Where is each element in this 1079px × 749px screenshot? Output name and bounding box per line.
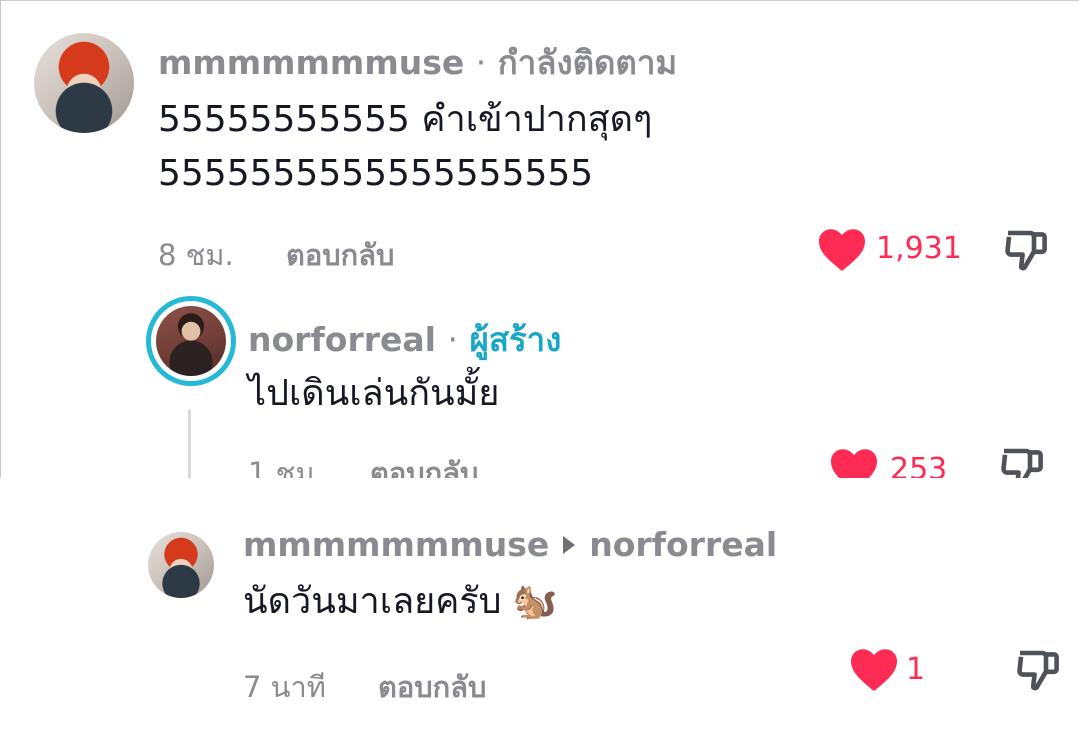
dislike-icon [1017,650,1059,691]
reply2-reply-to[interactable]: norforreal [589,525,777,564]
screenshot-left-border [0,0,1,480]
creator-tag: ผู้สร้าง [469,320,562,359]
header-separator: · [447,320,458,359]
reply2-header: mmmmmmmuse norforreal [243,525,777,564]
reply2-like-count: 1 [906,652,926,687]
dislike-icon [1005,230,1047,271]
comment-text-line-2: 5555555555555555555 [158,153,594,194]
comment-like-count: 1,931 [876,231,962,266]
reply1-text: ไปเดินเล่นกันมั้ย [248,373,500,414]
reply2-username[interactable]: mmmmmmmuse [243,525,549,564]
comment-username[interactable]: mmmmmmmuse [158,43,464,82]
following-tag: กำลังติดตาม [497,43,678,82]
reply1-header: norforreal · ผู้สร้าง [248,313,561,366]
thread-line [188,410,191,480]
reply-arrow-icon [563,535,576,554]
avatar-mmmmmmmuse-small[interactable] [148,532,214,598]
comment-like-button[interactable] [818,228,866,272]
header-separator: · [475,43,487,82]
comment-dislike-button[interactable] [1002,226,1050,274]
creator-avatar-ring[interactable] [146,296,236,386]
reply2-timestamp: 7 นาที [243,670,326,704]
reply2-dislike-button[interactable] [1014,646,1062,694]
screenshot-crop-gap [0,478,1079,502]
comment-header: mmmmmmmuse · กำลังติดตาม [158,36,677,89]
avatar-mmmmmmmuse[interactable] [34,33,134,133]
reply2-text: นัดวันมาเลยครับ 🐿️ [243,581,558,622]
screenshot-top-border [0,0,1079,1]
heart-icon [819,229,865,271]
avatar-norforreal [156,306,226,376]
reply1-username[interactable]: norforreal [248,320,436,359]
comment-timestamp: 8 ชม. [158,238,234,272]
comment-reply-button[interactable]: ตอบกลับ [286,232,394,278]
comment-text-line-1: 55555555555 คำเข้าปากสุดๆ [158,99,653,140]
reply2-like-button[interactable] [850,648,898,692]
reply2-reply-button[interactable]: ตอบกลับ [378,664,486,710]
heart-icon [851,649,897,691]
